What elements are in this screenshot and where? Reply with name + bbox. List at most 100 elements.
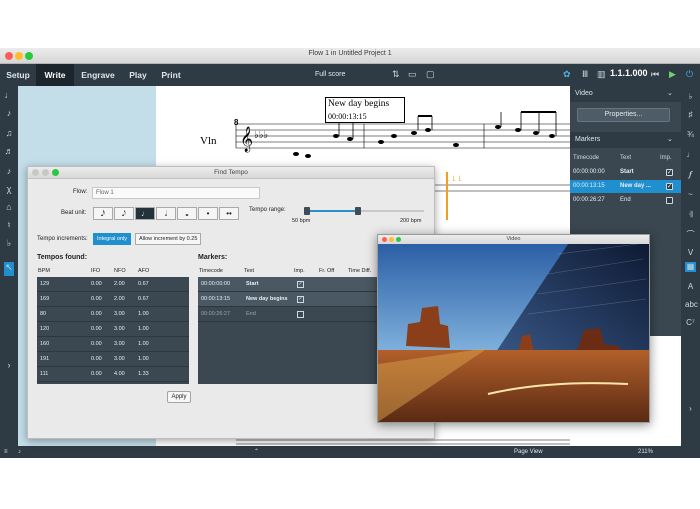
video-panel-header[interactable]: Video — [570, 86, 681, 102]
table-row[interactable]: 120 0.00 3.00 1.00 — [37, 322, 189, 337]
table-row[interactable]: 191 0.00 3.00 1.00 — [37, 352, 189, 367]
max-tempo-handle[interactable] — [355, 207, 361, 215]
tab-play[interactable]: Play — [122, 64, 154, 86]
double-dot-button[interactable]: •• — [219, 207, 239, 220]
markers-label: Markers: — [198, 254, 228, 261]
tab-engrave[interactable]: Engrave — [74, 64, 122, 86]
dynamics-icon[interactable]: 𝆑 — [685, 170, 696, 180]
clef-icon[interactable]: ♯ — [685, 110, 696, 120]
important-checkbox[interactable]: ✓ — [666, 169, 673, 176]
zoom-level[interactable]: 211% — [638, 447, 653, 457]
text-icon[interactable]: A — [685, 282, 696, 292]
dot-button[interactable]: • — [198, 207, 218, 220]
note-input-icon[interactable]: ♩ — [4, 90, 14, 100]
table-row[interactable]: 00:00:13:15 New day begins ✓ — [198, 292, 378, 307]
note-duration-icon[interactable]: ♪ — [18, 447, 21, 457]
sixteenth-note-button[interactable]: 𝅘𝅥𝅯 — [93, 207, 113, 220]
marker-timecode: 00:00:26:27 — [201, 311, 231, 317]
marker-timecode: 00:00:26:27 — [573, 197, 605, 203]
key-signature-icon[interactable]: ♭ — [685, 92, 696, 102]
table-row[interactable]: 111 0.00 4.00 1.33 — [37, 367, 189, 382]
marker-row[interactable]: 00:00:13:15 New day ... ✓ — [570, 180, 681, 193]
flow-field[interactable]: Flow 1 — [92, 187, 260, 199]
video-marker-box[interactable]: New day begins 00:00:13:15 — [325, 97, 405, 123]
important-checkbox[interactable] — [297, 311, 304, 318]
table-cell: 0.00 — [91, 281, 102, 287]
chevron-down-icon[interactable]: ⌄ — [667, 135, 673, 143]
marker-row[interactable]: 00:00:26:27 End — [570, 194, 681, 207]
table-row[interactable]: 169 0.00 2.00 0.67 — [37, 292, 189, 307]
time-signature-icon[interactable]: ¾ — [685, 130, 696, 140]
quarter-note-button[interactable]: ♩ — [135, 207, 155, 220]
tempo-icon[interactable]: ♩ — [685, 150, 696, 160]
slider-fill — [306, 210, 358, 212]
mixer-icon[interactable]: ✿ — [563, 69, 571, 80]
whole-note-button[interactable]: 𝅝 — [177, 207, 197, 220]
transport-icon[interactable]: ▥ — [597, 69, 606, 80]
marker-row[interactable]: 00:00:00:00 Start ✓ — [570, 166, 681, 179]
important-checkbox[interactable]: ✓ — [297, 296, 304, 303]
repeat-icon[interactable]: 𝄇 — [685, 210, 696, 220]
chord-icon[interactable]: ♫ — [4, 128, 14, 138]
tempo-range-label: Tempo range: — [249, 207, 286, 213]
table-row[interactable]: 129 0.00 2.00 0.67 — [37, 277, 189, 292]
min-tempo-handle[interactable] — [304, 207, 310, 215]
bowing-icon[interactable]: V — [685, 248, 696, 258]
marker-timecode: 00:00:13:15 — [201, 296, 231, 302]
tuplet-icon[interactable]: ♬ — [4, 146, 14, 156]
fermata-icon[interactable]: ⌒ — [685, 230, 696, 240]
tempos-table[interactable]: 129 0.00 2.00 0.67 169 0.00 2.00 0.67 80 0.00 3.00… — [37, 277, 189, 384]
tab-print[interactable]: Print — [154, 64, 188, 86]
important-checkbox[interactable] — [666, 197, 673, 204]
galley-view-icon[interactable]: ▭ — [408, 69, 417, 80]
chord-symbol-icon[interactable]: C⁷ — [685, 318, 696, 328]
table-row[interactable]: 00:00:26:27 End — [198, 307, 378, 322]
chevron-down-icon[interactable]: ⌄ — [667, 89, 673, 97]
page-view-icon[interactable]: ▢ — [426, 69, 435, 80]
col-imp: Imp. — [294, 268, 305, 274]
half-note-button[interactable]: 𝅗𝅥 — [156, 207, 176, 220]
markers-panel-header[interactable]: Markers — [570, 132, 681, 148]
dotted-sixteenth-button[interactable]: 𝅘𝅥𝅮 — [114, 207, 134, 220]
slur-icon[interactable]: ♪ — [4, 108, 14, 118]
select-tool-icon[interactable]: ↖ — [4, 262, 14, 276]
tab-setup[interactable]: Setup — [0, 64, 36, 86]
lock-icon[interactable]: ⌂ — [4, 202, 14, 212]
power-icon[interactable]: ⏻ — [686, 69, 693, 80]
markers-table[interactable]: 00:00:00:00 Start ✓ 00:00:13:15 New day … — [198, 277, 378, 384]
table-row[interactable]: 160 0.00 3.00 1.00 — [37, 337, 189, 352]
caret-icon[interactable]: ♭ — [4, 238, 14, 248]
table-cell: 3.00 — [114, 326, 125, 332]
integral-only-button[interactable]: Integral only — [93, 233, 131, 245]
apply-button[interactable]: Apply — [167, 391, 191, 403]
menu-icon[interactable]: ≡ — [4, 447, 8, 457]
playhead-position: 1.1.1.000 — [610, 68, 648, 78]
tempo-range-slider[interactable] — [304, 207, 424, 215]
video-marker-icon[interactable]: ▦ — [685, 262, 696, 272]
collapse-panel-icon[interactable]: › — [685, 404, 696, 414]
allow-quarter-increment-button[interactable]: Allow increment by 0.25 — [135, 233, 202, 245]
lyrics-icon[interactable]: abc — [685, 300, 698, 310]
properties-button[interactable]: Properties... — [577, 108, 670, 122]
instrument-icon[interactable]: Ⅲ — [582, 69, 588, 80]
ornaments-icon[interactable]: ~ — [685, 190, 696, 200]
grace-note-icon[interactable]: ♪ — [4, 166, 14, 176]
important-checkbox[interactable]: ✓ — [297, 281, 304, 288]
accidental-icon[interactable]: χ — [4, 184, 14, 194]
view-select[interactable]: Page View — [514, 447, 543, 457]
tab-write[interactable]: Write — [36, 64, 74, 86]
collapse-panel-icon[interactable]: › — [4, 360, 14, 370]
table-cell: 3.00 — [114, 356, 125, 362]
play-icon[interactable]: ▶ — [669, 69, 676, 80]
layout-select[interactable]: Full score — [311, 68, 401, 82]
table-cell: 0.00 — [91, 311, 102, 317]
table-row[interactable]: 00:00:00:00 Start ✓ — [198, 277, 378, 292]
rewind-icon[interactable]: ⏮ — [651, 69, 659, 80]
marker-text: Start — [620, 169, 634, 175]
table-cell: 0.00 — [91, 326, 102, 332]
chevron-up-icon[interactable]: ⌃ — [254, 447, 259, 457]
voice-icon[interactable]: ♮ — [4, 220, 14, 230]
markers-header-row: Timecode Text Imp. — [570, 152, 681, 165]
important-checkbox[interactable]: ✓ — [666, 183, 673, 190]
table-row[interactable]: 80 0.00 3.00 1.00 — [37, 307, 189, 322]
